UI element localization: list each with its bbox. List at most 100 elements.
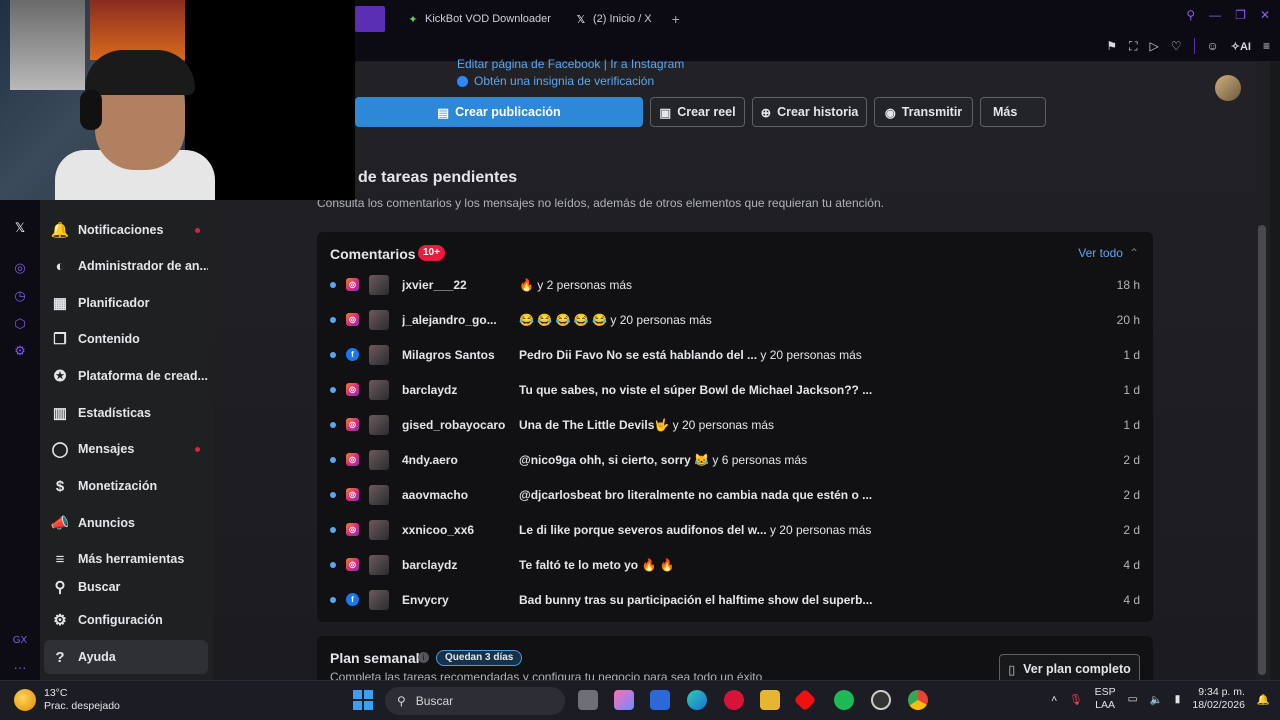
comment-row[interactable]: ◎ j_alejandro_go... 😂 😂 😂 😂 😂 y 20 persona… [317,302,1153,337]
ai-button[interactable]: ✧AI [1231,40,1251,53]
snapshot-icon[interactable]: ⛶ [1129,39,1137,54]
search-icon[interactable]: ⚲ [1186,8,1195,22]
sidebar-item-label: Configuración [78,613,163,627]
comment-author[interactable]: xxnicoo_xx6 [402,523,507,537]
player-icon[interactable]: ◎ [12,260,28,276]
chrome-icon[interactable] [908,690,928,710]
comment-author[interactable]: 4ndy.aero [402,453,507,467]
play-icon[interactable]: ▷ [1150,39,1159,53]
copilot-icon[interactable] [614,690,634,710]
sidebar-item-3[interactable]: ❐ Contenido [44,322,208,356]
scrollbar-thumb[interactable] [1258,225,1266,675]
comments-count-badge: 10+ [418,245,445,261]
gear-icon: ⚙ [53,612,67,629]
language-indicator[interactable]: ESP LAA [1095,686,1116,712]
sidebar-item-11[interactable]: ⚙ Configuración [44,603,208,637]
windows-start-icon[interactable] [353,690,373,710]
comment-row[interactable]: ◎ 4ndy.aero @nico9ga ohh, si cierto, sorry… [317,442,1153,477]
creator-icon: ✪ [53,368,67,385]
comment-row[interactable]: ◎ aaovmacho @djcarlosbeat bro literalmente… [317,477,1153,512]
sidebar-item-12[interactable]: ? Ayuda [44,640,208,674]
folder-icon[interactable] [760,690,780,710]
heart-icon[interactable]: ♡ [1171,39,1182,53]
comment-row[interactable]: ◎ barclaydz Tu que sabes, no viste el súpe… [317,372,1153,407]
avatar[interactable] [1215,75,1241,101]
comment-author[interactable]: j_alejandro_go... [402,313,507,327]
sidebar-item-10[interactable]: ⚲ Buscar [44,570,208,604]
comment-row[interactable]: f Milagros Santos Pedro Dii Favo No se est… [317,337,1153,372]
weather-widget[interactable]: 13°C Prac. despejado [14,687,120,713]
more-button[interactable]: Más [980,97,1046,127]
gx-logo-icon[interactable]: GX [12,633,28,649]
edge-icon[interactable] [687,690,707,710]
comment-author[interactable]: aaovmacho [402,488,507,502]
comment-text: Le di like porque severos audifonos del … [519,522,767,537]
go-live-button[interactable]: ◉ Transmitir [874,97,973,127]
new-tab-icon[interactable]: + [672,11,680,27]
sidebar-item-8[interactable]: 📣 Anuncios [44,506,208,540]
battery-icon[interactable]: ▮ [1175,693,1181,705]
extensions-icon[interactable]: ⬡ [12,316,28,332]
spotify-icon[interactable] [834,690,854,710]
account-icon[interactable]: ☺ [1207,39,1219,53]
active-tab[interactable] [355,6,385,32]
comment-row[interactable]: ◎ xxnicoo_xx6 Le di like porque severos au… [317,512,1153,547]
pin-icon[interactable]: ⚑ [1106,39,1117,53]
comment-row[interactable]: ◎ gised_robayocaro Una de The Little Devil… [317,407,1153,442]
sidebar-item-0[interactable]: 🔔 Notificaciones [44,213,208,247]
comment-row[interactable]: ◎ barclaydz Te faltó te lo meto yo 🔥 🔥 4 d [317,547,1153,582]
chevron-up-icon: ⌃ [1128,246,1139,260]
task-view-icon[interactable] [578,690,598,710]
maximize-icon[interactable]: ❐ [1235,8,1246,22]
opera-gx-icon[interactable] [724,690,744,710]
menu-icon[interactable]: ≡ [1263,39,1270,53]
history-icon[interactable]: ◷ [12,288,28,304]
chevron-up-icon[interactable]: ˄ [1051,693,1057,705]
minimize-icon[interactable]: — [1209,8,1221,22]
comment-author[interactable]: Milagros Santos [402,348,507,362]
sidebar-item-7[interactable]: $ Monetización [44,469,208,503]
network-icon[interactable]: ▭ [1128,693,1138,705]
comment-author[interactable]: barclaydz [402,383,507,397]
volume-icon[interactable]: 🔈 [1150,693,1163,706]
taskbar-search[interactable]: ⚲ Buscar [385,687,565,715]
comment-author[interactable]: jxvier___22 [402,278,507,292]
info-icon[interactable]: i [418,652,429,663]
system-tray: ˄ 🎙 ESP LAA ▭ 🔈 ▮ 9:34 p. m. 18/02/2026 … [1051,686,1270,712]
tab-x[interactable]: 𝕏 (2) Inicio / X [563,6,664,32]
create-post-button[interactable]: ▤ Crear publicación [355,97,643,127]
x-logo-icon[interactable]: 𝕏 [12,220,28,236]
sidebar-item-6[interactable]: ◯ Mensajes [44,432,208,466]
comment-author[interactable]: gised_robayocaro [402,418,507,432]
sidebar-item-4[interactable]: ✪ Plataforma de cread... [44,359,208,393]
create-reel-button[interactable]: ▣ Crear reel [650,97,745,127]
days-left-badge: Quedan 3 días [436,650,523,666]
gear-icon[interactable]: ⚙ [12,343,28,359]
comment-author[interactable]: Envycry [402,593,507,607]
comment-author[interactable]: barclaydz [402,558,507,572]
sidebar-item-2[interactable]: ▦ Planificador [44,286,208,320]
create-story-button[interactable]: ⊕ Crear historia [752,97,867,127]
sidebar-item-label: Estadísticas [78,406,151,420]
sidebar-item-5[interactable]: ▥ Estadísticas [44,396,208,430]
verification-link[interactable]: Obtén una insignia de verificación [474,73,654,90]
ai-label: AI [1239,40,1251,53]
instagram-icon: ◎ [346,488,359,501]
edit-page-link[interactable]: Editar página de Facebook | Ir a Instagr… [457,56,684,73]
comment-text: Te faltó te lo meto yo 🔥 🔥 [519,557,675,572]
close-icon[interactable]: ✕ [1260,8,1270,22]
more-dots-icon[interactable]: ··· [12,660,28,676]
sidebar-item-1[interactable]: ◐ Administrador de an... [44,249,208,283]
app-icon[interactable] [871,690,891,710]
app-icon[interactable] [793,688,817,712]
comment-text: 😂 😂 😂 😂 😂 [519,312,608,327]
microphone-icon[interactable]: 🎙 [1069,693,1082,706]
tab-kickbot[interactable]: ✦ KickBot VOD Downloader [395,6,563,32]
comment-row[interactable]: ◎ jxvier___22 🔥 y 2 personas más 18 h [317,267,1153,302]
unread-dot [330,316,336,323]
mail-icon[interactable] [650,690,670,710]
comment-row[interactable]: f Envycry Bad bunny tras su participación … [317,582,1153,617]
see-all-link[interactable]: Ver todo ⌃ [1078,246,1139,260]
notification-icon[interactable]: 🔔 [1257,693,1270,706]
clock[interactable]: 9:34 p. m. 18/02/2026 [1192,686,1245,712]
